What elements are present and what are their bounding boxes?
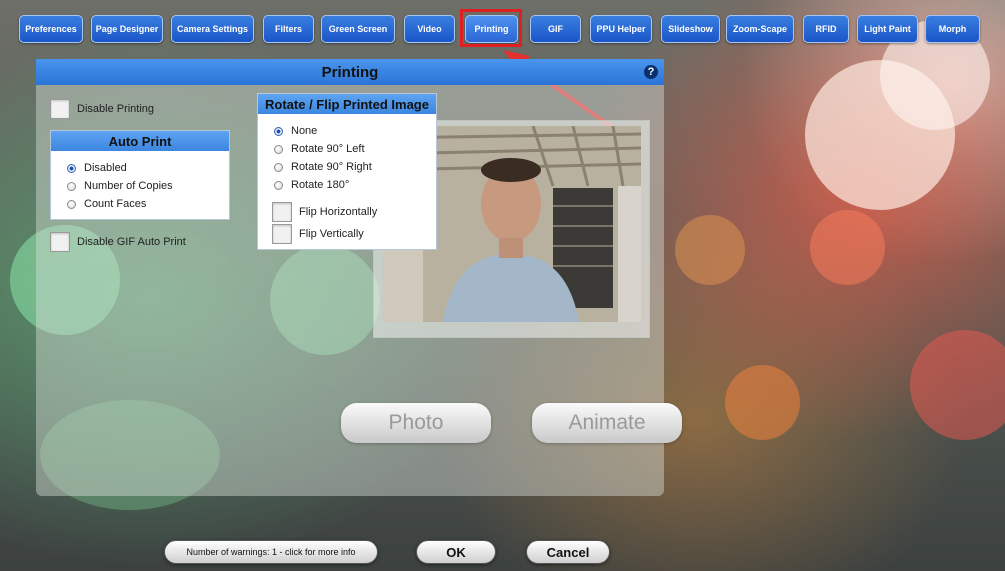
checkbox-box[interactable]	[272, 224, 292, 244]
rotate-option-90-left[interactable]: Rotate 90° Left	[274, 140, 436, 158]
radio-icon[interactable]	[274, 144, 283, 154]
radio-selected-icon[interactable]	[274, 126, 283, 136]
animate-button[interactable]: Animate	[532, 403, 682, 443]
radio-icon[interactable]	[274, 162, 283, 172]
dialog-title: Printing	[36, 59, 664, 85]
rotate-option-180[interactable]: Rotate 180°	[274, 176, 436, 194]
option-label: None	[291, 125, 318, 137]
flip-vertical-checkbox[interactable]: Flip Vertically	[272, 224, 364, 244]
radio-selected-icon[interactable]	[67, 163, 76, 173]
cancel-button[interactable]: Cancel	[526, 540, 610, 564]
rotate-flip-title: Rotate / Flip Printed Image	[258, 94, 436, 114]
radio-icon[interactable]	[67, 199, 76, 209]
ok-button[interactable]: OK	[416, 540, 496, 564]
flip-vertical-label: Flip Vertically	[299, 228, 364, 240]
checkbox-box[interactable]	[50, 232, 70, 252]
checkbox-box[interactable]	[272, 202, 292, 222]
disable-gif-auto-print-label: Disable GIF Auto Print	[77, 236, 186, 248]
disable-printing-checkbox[interactable]: Disable Printing	[50, 99, 154, 119]
option-label: Disabled	[84, 162, 127, 174]
option-label: Number of Copies	[84, 180, 173, 192]
option-label: Count Faces	[84, 198, 147, 210]
radio-icon[interactable]	[67, 181, 76, 191]
rotate-flip-group: Rotate / Flip Printed Image None Rotate …	[257, 93, 437, 250]
checkbox-box[interactable]	[50, 99, 70, 119]
radio-icon[interactable]	[274, 180, 283, 190]
rotate-option-none[interactable]: None	[274, 122, 436, 140]
disable-gif-auto-print-checkbox[interactable]: Disable GIF Auto Print	[50, 232, 186, 252]
rotate-option-90-right[interactable]: Rotate 90° Right	[274, 158, 436, 176]
disable-printing-label: Disable Printing	[77, 103, 155, 115]
auto-print-option-count-faces[interactable]: Count Faces	[67, 195, 229, 213]
help-icon[interactable]: ?	[644, 65, 658, 79]
auto-print-title: Auto Print	[51, 131, 229, 151]
auto-print-option-copies[interactable]: Number of Copies	[67, 177, 229, 195]
warnings-button[interactable]: Number of warnings: 1 - click for more i…	[164, 540, 378, 564]
flip-horizontal-label: Flip Horizontally	[299, 206, 378, 218]
auto-print-group: Auto Print Disabled Number of Copies Cou…	[50, 130, 230, 220]
option-label: Rotate 90° Left	[291, 143, 365, 155]
auto-print-option-disabled[interactable]: Disabled	[67, 159, 229, 177]
flip-horizontal-checkbox[interactable]: Flip Horizontally	[272, 202, 377, 222]
photo-button[interactable]: Photo	[341, 403, 491, 443]
option-label: Rotate 180°	[291, 179, 350, 191]
option-label: Rotate 90° Right	[291, 161, 372, 173]
